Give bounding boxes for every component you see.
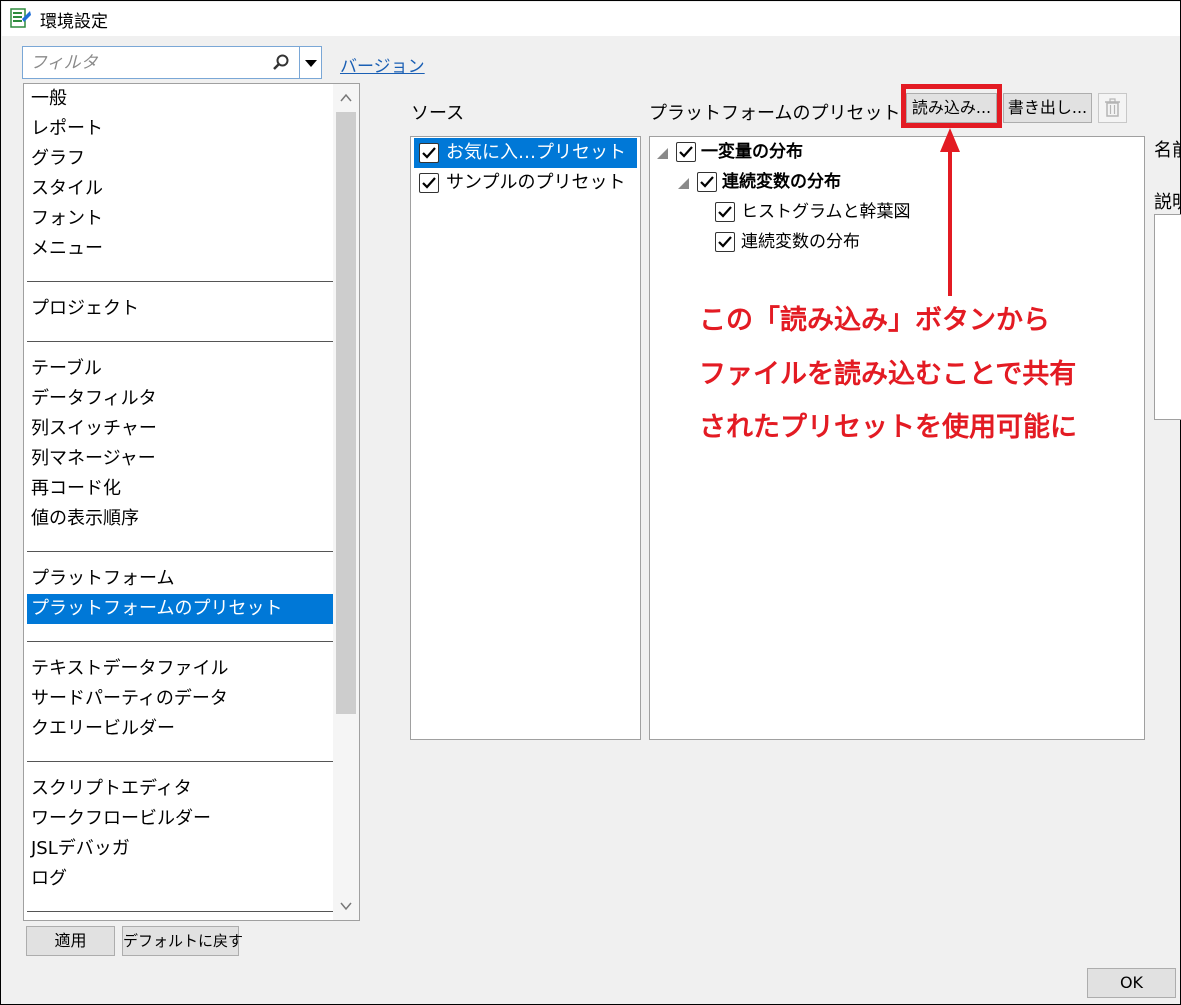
annotation-line: されたプリセットを使用可能に (699, 412, 1077, 443)
sidebar-item-value-order[interactable]: 値の表示順序 (27, 504, 333, 534)
window-title: 環境設定 (40, 12, 108, 32)
sidebar-item-recode[interactable]: 再コード化 (27, 474, 333, 504)
divider (27, 341, 333, 342)
apply-button[interactable]: 適用 (26, 926, 115, 956)
sidebar-item-style[interactable]: スタイル (27, 174, 333, 204)
search-icon[interactable] (271, 53, 291, 73)
reset-default-button[interactable]: デフォルトに戻す (122, 926, 243, 956)
ok-button[interactable]: OK (1087, 968, 1176, 998)
delete-button[interactable] (1098, 93, 1127, 123)
export-button[interactable]: 書き出し... (1003, 93, 1092, 123)
category-list[interactable]: 一般 レポート グラフ スタイル フォント メニュー プロジェクト テーブル デ… (23, 83, 360, 921)
sidebar-item-query-builder[interactable]: クエリービルダー (27, 714, 333, 744)
filter-box (22, 46, 300, 79)
chevron-down-icon[interactable] (338, 898, 354, 914)
sidebar-item-table[interactable]: テーブル (27, 354, 333, 384)
checkbox[interactable] (419, 173, 439, 193)
scrollbar-thumb[interactable] (336, 112, 356, 714)
checkbox[interactable] (419, 143, 439, 163)
sidebar-item-font[interactable]: フォント (27, 204, 333, 234)
source-item-label: お気に入…プリセット (446, 142, 626, 163)
sidebar-item-text-data-file[interactable]: テキストデータファイル (27, 654, 333, 684)
tree-node-label: ヒストグラムと幹葉図 (741, 202, 911, 222)
sidebar-item-general[interactable]: 一般 (27, 84, 333, 114)
sidebar-item-report[interactable]: レポート (27, 114, 333, 144)
sidebar-item-graph[interactable]: グラフ (27, 144, 333, 174)
scrollbar[interactable] (333, 84, 359, 920)
version-link[interactable]: バージョン (340, 52, 425, 77)
trash-icon (1105, 98, 1120, 117)
description-label: 説明 (1154, 192, 1180, 213)
source-label: ソース (411, 103, 465, 124)
source-item-favorites[interactable]: お気に入…プリセット (414, 138, 637, 168)
tree-node-label: 一変量の分布 (701, 142, 803, 162)
divider (27, 761, 333, 762)
tree-node-label: 連続変数の分布 (741, 232, 860, 252)
checkbox[interactable] (715, 232, 735, 252)
sidebar-item-script-editor[interactable]: スクリプトエディタ (27, 774, 333, 804)
filter-input[interactable] (23, 47, 263, 78)
highlight-box (901, 84, 1002, 128)
tree-node-label: 連続変数の分布 (722, 172, 841, 192)
sidebar-item-menu[interactable]: メニュー (27, 234, 333, 264)
checkbox[interactable] (697, 172, 717, 192)
sidebar-item-column-switcher[interactable]: 列スイッチャー (27, 414, 333, 444)
sidebar-item-log[interactable]: ログ (27, 864, 333, 894)
description-field[interactable] (1154, 214, 1181, 420)
checkbox[interactable] (676, 142, 696, 162)
filter-dropdown-button[interactable] (300, 46, 322, 79)
sidebar-item-jsl-debugger[interactable]: JSLデバッガ (27, 834, 333, 864)
annotation-line: ファイルを読み込むことで共有 (699, 359, 1077, 390)
sidebar-item-platform[interactable]: プラットフォーム (27, 564, 333, 594)
name-label: 名前 (1154, 140, 1180, 161)
title-bar: 環境設定 (2, 2, 1180, 36)
chevron-up-icon[interactable] (338, 90, 354, 106)
source-item-sample[interactable]: サンプルのプリセット (414, 168, 637, 198)
sidebar-item-data-filter[interactable]: データフィルタ (27, 384, 333, 414)
app-icon (10, 7, 32, 29)
divider (27, 281, 333, 282)
presets-label: プラットフォームのプリセット (649, 103, 901, 124)
divider (27, 641, 333, 642)
checkbox[interactable] (715, 202, 735, 222)
expand-icon[interactable] (657, 148, 668, 159)
preferences-window: 環境設定 バージョン 一般 レポート グラフ スタイル フォント メニュー (0, 0, 1181, 1005)
sidebar-item-platform-presets[interactable]: プラットフォームのプリセット (27, 594, 333, 624)
divider (27, 551, 333, 552)
dialog-body: バージョン 一般 レポート グラフ スタイル フォント メニュー プロジェクト … (2, 36, 1181, 1004)
divider (27, 911, 333, 912)
sidebar-item-project[interactable]: プロジェクト (27, 294, 333, 324)
red-arrow-icon (940, 128, 960, 296)
expand-icon[interactable] (678, 178, 689, 189)
sidebar-item-column-manager[interactable]: 列マネージャー (27, 444, 333, 474)
annotation-line: この「読み込み」ボタンから (699, 305, 1050, 336)
chevron-down-icon (305, 60, 317, 67)
source-list[interactable]: お気に入…プリセット サンプルのプリセット (410, 136, 641, 740)
source-item-label: サンプルのプリセット (446, 172, 626, 193)
sidebar-item-third-party-data[interactable]: サードパーティのデータ (27, 684, 333, 714)
sidebar-item-workflow-builder[interactable]: ワークフロービルダー (27, 804, 333, 834)
